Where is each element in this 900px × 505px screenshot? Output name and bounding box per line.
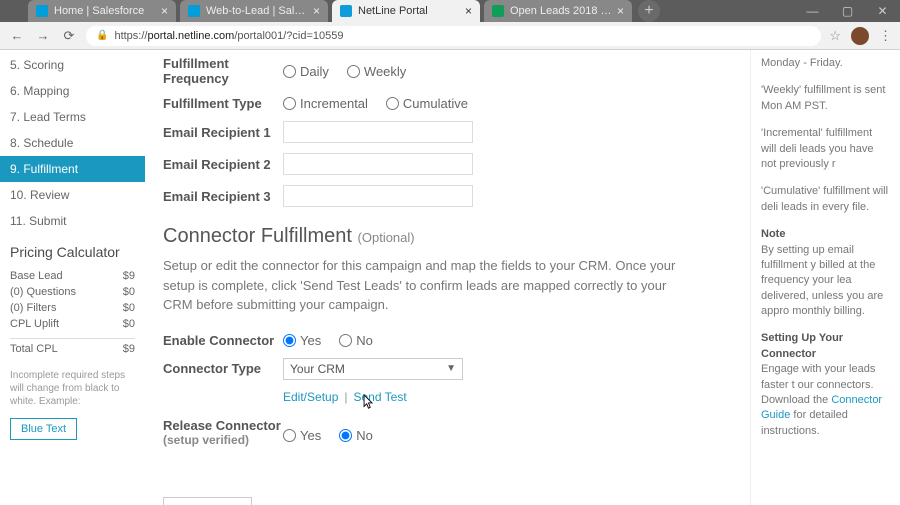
type-cumulative-option[interactable]: Cumulative — [386, 96, 468, 111]
enable-connector-label: Enable Connector — [163, 333, 283, 348]
connector-section-title: Connector Fulfillment (Optional) — [163, 225, 732, 248]
url-input[interactable]: 🔒 https://portal.netline.com/portal001/?… — [86, 26, 821, 46]
browser-chrome: Home | Salesforce× Web-to-Lead | Salesfo… — [0, 0, 900, 50]
edit-setup-link[interactable]: Edit/Setup — [283, 390, 338, 404]
type-incremental-option[interactable]: Incremental — [283, 96, 368, 111]
tab-open-leads[interactable]: Open Leads 2018 - Connector T…× — [484, 0, 632, 22]
sidebar: 5. Scoring 6. Mapping 7. Lead Terms 8. S… — [0, 50, 145, 505]
release-connector-label: Release Connector (setup verified) — [163, 418, 283, 447]
sidebar-item-schedule[interactable]: 8. Schedule — [0, 130, 145, 156]
email3-input[interactable] — [283, 185, 473, 207]
connector-type-select[interactable]: Your CRM▼ — [283, 358, 463, 380]
fulfillment-frequency-label: Fulfillment Frequency — [163, 56, 283, 86]
sidebar-item-scoring[interactable]: 5. Scoring — [0, 52, 145, 78]
star-icon[interactable]: ☆ — [829, 28, 841, 44]
fulfillment-type-label: Fulfillment Type — [163, 96, 283, 111]
sidebar-item-review[interactable]: 10. Review — [0, 182, 145, 208]
reload-button[interactable]: ⟳ — [60, 27, 78, 45]
send-test-link[interactable]: Send Test — [354, 390, 407, 404]
back-button[interactable]: ← — [8, 27, 26, 45]
close-icon[interactable]: × — [313, 4, 320, 18]
email1-input[interactable] — [283, 121, 473, 143]
sidebar-item-submit[interactable]: 11. Submit — [0, 208, 145, 234]
email3-label: Email Recipient 3 — [163, 189, 283, 204]
main-content: Fulfillment Frequency Daily Weekly Fulfi… — [145, 50, 750, 505]
enable-no-option[interactable]: No — [339, 333, 373, 348]
sidebar-item-lead-terms[interactable]: 7. Lead Terms — [0, 104, 145, 130]
tab-salesforce-w2l[interactable]: Web-to-Lead | Salesforce× — [180, 0, 328, 22]
connector-type-label: Connector Type — [163, 361, 283, 376]
tab-salesforce-home[interactable]: Home | Salesforce× — [28, 0, 176, 22]
tabs-bar: Home | Salesforce× Web-to-Lead | Salesfo… — [0, 0, 900, 22]
blue-text-button[interactable]: Blue Text — [10, 418, 77, 440]
sidebar-item-fulfillment[interactable]: 9. Fulfillment — [0, 156, 145, 182]
cursor-icon — [363, 394, 374, 410]
freq-daily-option[interactable]: Daily — [283, 64, 329, 79]
avatar[interactable] — [851, 27, 869, 45]
close-icon[interactable]: × — [161, 4, 168, 18]
freq-weekly-option[interactable]: Weekly — [347, 64, 406, 79]
pricing-title: Pricing Calculator — [10, 244, 135, 260]
minimize-button[interactable]: — — [795, 0, 830, 22]
lock-icon: 🔒 — [96, 30, 108, 41]
email1-label: Email Recipient 1 — [163, 125, 283, 140]
forward-button[interactable]: → — [34, 27, 52, 45]
previous-button[interactable]: Previous — [163, 497, 252, 505]
menu-icon[interactable]: ⋮ — [879, 28, 892, 44]
enable-yes-option[interactable]: Yes — [283, 333, 321, 348]
close-window-button[interactable]: ✕ — [865, 0, 900, 22]
maximize-button[interactable]: ▢ — [830, 0, 865, 22]
sidebar-item-mapping[interactable]: 6. Mapping — [0, 78, 145, 104]
tab-netline[interactable]: NetLine Portal× — [332, 0, 480, 22]
pricing-calculator: Pricing Calculator Base Lead$9 (0) Quest… — [0, 234, 145, 450]
close-icon[interactable]: × — [465, 4, 472, 18]
connector-section-desc: Setup or edit the connector for this cam… — [163, 256, 683, 315]
release-no-option[interactable]: No — [339, 428, 373, 443]
chevron-down-icon: ▼ — [446, 363, 456, 374]
email2-label: Email Recipient 2 — [163, 157, 283, 172]
close-icon[interactable]: × — [617, 4, 624, 18]
release-yes-option[interactable]: Yes — [283, 428, 321, 443]
help-panel: Monday - Friday. 'Weekly' fulfillment is… — [750, 50, 900, 505]
email2-input[interactable] — [283, 153, 473, 175]
address-bar: ← → ⟳ 🔒 https://portal.netline.com/porta… — [0, 22, 900, 50]
new-tab-button[interactable]: + — [638, 0, 660, 22]
pricing-note: Incomplete required steps will change fr… — [10, 369, 135, 408]
